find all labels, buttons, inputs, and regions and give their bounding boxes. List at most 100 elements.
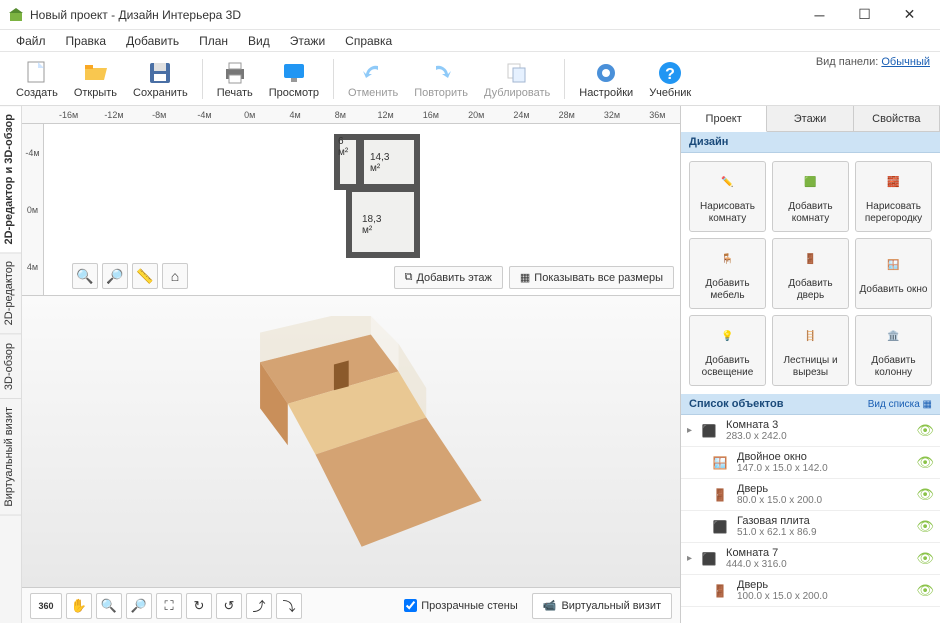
column-icon: 🏛️ (879, 322, 909, 352)
visibility-toggle[interactable]: 👁 (916, 454, 934, 471)
right-panel: Проект Этажи Свойства Дизайн ✏️Нарисоват… (680, 106, 940, 623)
tilt-down-button[interactable]: ⤵ (276, 593, 302, 619)
stairs-button[interactable]: 🪜Лестницы и вырезы (772, 315, 849, 386)
add-door-button[interactable]: 🚪Добавить дверь (772, 238, 849, 309)
object-item[interactable]: ▸⬛ Комната 7 444.0 x 316.0 👁 (681, 543, 940, 575)
object-list[interactable]: ▸⬛ Комната 3 283.0 x 242.0 👁🪟 Двойное ок… (681, 415, 940, 623)
add-room-button[interactable]: 🟩Добавить комнату (772, 161, 849, 232)
visibility-toggle[interactable]: 👁 (916, 486, 934, 503)
camera-icon: 📹 (543, 599, 557, 612)
fit-button[interactable]: ⛶ (156, 593, 182, 619)
menu-file[interactable]: Файл (8, 32, 54, 50)
redo-icon (427, 59, 455, 87)
sidetab-2d[interactable]: 2D-редактор (0, 253, 21, 334)
room-area-3: 18,3 м² (362, 214, 381, 236)
object-dimensions: 100.0 x 15.0 x 200.0 (737, 591, 910, 602)
rotate-360-button[interactable]: 360 (30, 593, 62, 619)
create-button[interactable]: Создать (8, 57, 66, 101)
measure-button[interactable]: 📏 (132, 263, 158, 289)
virtual-visit-button[interactable]: 📹Виртуальный визит (532, 593, 672, 619)
help-button[interactable]: ? Учебник (641, 57, 699, 101)
panel-mode-link[interactable]: Обычный (881, 56, 930, 68)
menu-floors[interactable]: Этажи (282, 32, 333, 50)
object-item[interactable]: ⬛ Газовая плита 51.0 x 62.1 x 86.9 👁 (681, 511, 940, 543)
sidetab-combined[interactable]: 2D-редактор и 3D-обзор (0, 106, 21, 253)
sidetab-virtual[interactable]: Виртуальный визит (0, 399, 21, 516)
list-view-link[interactable]: Вид списка ▦ (868, 399, 932, 410)
view-2d[interactable]: -4м0м4м 6 м² 14,3 м² 18,3 м² 🔍 🔎 📏 ⌂ (22, 124, 680, 296)
floorplan-canvas[interactable]: 6 м² 14,3 м² 18,3 м² 🔍 🔎 📏 ⌂ ⧉Добавить э… (44, 124, 680, 295)
design-header: Дизайн (681, 132, 940, 153)
window-icon: 🪟 (709, 452, 731, 474)
object-name: Комната 7 (726, 547, 910, 559)
chevron-right-icon: ▸ (687, 553, 692, 564)
add-window-button[interactable]: 🪟Добавить окно (855, 238, 932, 309)
menubar: Файл Правка Добавить План Вид Этажи Спра… (0, 30, 940, 52)
tab-floors[interactable]: Этажи (767, 106, 853, 131)
view3d-toolbar: 360 ✋ 🔍 🔎 ⛶ ↻ ↺ ⤴ ⤵ Прозрачные стены 📹Ви… (22, 587, 680, 623)
iso-render (192, 316, 522, 556)
maximize-button[interactable]: ☐ (842, 1, 887, 29)
add-light-button[interactable]: 💡Добавить освещение (689, 315, 766, 386)
visibility-toggle[interactable]: 👁 (916, 582, 934, 599)
panel-mode: Вид панели: Обычный (816, 56, 930, 68)
titlebar: Новый проект - Дизайн Интерьера 3D ─ ☐ ✕ (0, 0, 940, 30)
minimize-button[interactable]: ─ (797, 1, 842, 29)
object-item[interactable]: 🪟 Двойное окно 147.0 x 15.0 x 142.0 👁 (681, 447, 940, 479)
print-button[interactable]: Печать (209, 57, 261, 101)
redo-button[interactable]: Повторить (406, 57, 476, 101)
draw-partition-button[interactable]: 🧱Нарисовать перегородку (855, 161, 932, 232)
object-item[interactable]: 🚪 Дверь 80.0 x 15.0 x 200.0 👁 (681, 479, 940, 511)
tab-project[interactable]: Проект (681, 106, 767, 132)
object-dimensions: 147.0 x 15.0 x 142.0 (737, 463, 910, 474)
home-button[interactable]: ⌂ (162, 263, 188, 289)
show-dims-button[interactable]: ▦Показывать все размеры (509, 266, 674, 289)
zoom-in-3d-button[interactable]: 🔎 (126, 593, 152, 619)
rotate-ccw-button[interactable]: ↺ (216, 593, 242, 619)
transparent-walls-checkbox[interactable]: Прозрачные стены (404, 599, 517, 612)
zoom-out-3d-button[interactable]: 🔍 (96, 593, 122, 619)
door-icon: 🚪 (709, 580, 731, 602)
duplicate-button[interactable]: Дублировать (476, 57, 558, 101)
rotate-cw-button[interactable]: ↻ (186, 593, 212, 619)
dimensions-icon: ▦ (520, 271, 530, 284)
save-button[interactable]: Сохранить (125, 57, 196, 101)
menu-plan[interactable]: План (191, 32, 236, 50)
door-icon: 🚪 (796, 245, 826, 275)
zoom-out-button[interactable]: 🔍 (72, 263, 98, 289)
visibility-toggle[interactable]: 👁 (916, 422, 934, 439)
pencil-icon: ✏️ (713, 168, 743, 198)
draw-room-button[interactable]: ✏️Нарисовать комнату (689, 161, 766, 232)
right-tabs: Проект Этажи Свойства (681, 106, 940, 132)
object-item[interactable]: 🚪 Дверь 100.0 x 15.0 x 200.0 👁 (681, 575, 940, 607)
folder-open-icon (81, 59, 109, 87)
design-tools: ✏️Нарисовать комнату 🟩Добавить комнату 🧱… (681, 153, 940, 394)
room-icon: ⬛ (698, 548, 720, 570)
menu-view[interactable]: Вид (240, 32, 278, 50)
tilt-up-button[interactable]: ⤴ (246, 593, 272, 619)
settings-button[interactable]: Настройки (571, 57, 641, 101)
view-3d[interactable] (22, 296, 680, 587)
menu-help[interactable]: Справка (337, 32, 400, 50)
open-button[interactable]: Открыть (66, 57, 125, 101)
zoom-in-button[interactable]: 🔎 (102, 263, 128, 289)
undo-button[interactable]: Отменить (340, 57, 406, 101)
close-button[interactable]: ✕ (887, 1, 932, 29)
visibility-toggle[interactable]: 👁 (916, 550, 934, 567)
preview-button[interactable]: Просмотр (261, 57, 327, 101)
visibility-toggle[interactable]: 👁 (916, 518, 934, 535)
menu-edit[interactable]: Правка (58, 32, 115, 50)
sidetab-3d[interactable]: 3D-обзор (0, 335, 21, 399)
add-furniture-button[interactable]: 🪑Добавить мебель (689, 238, 766, 309)
object-item[interactable]: ▸⬛ Комната 3 283.0 x 242.0 👁 (681, 415, 940, 447)
pan-button[interactable]: ✋ (66, 593, 92, 619)
chair-icon: 🪑 (713, 245, 743, 275)
tab-properties[interactable]: Свойства (854, 106, 940, 131)
new-file-icon (23, 59, 51, 87)
object-name: Комната 3 (726, 419, 910, 431)
room-icon: ⬛ (698, 420, 720, 442)
bulb-icon: 💡 (713, 322, 743, 352)
add-column-button[interactable]: 🏛️Добавить колонну (855, 315, 932, 386)
add-floor-button[interactable]: ⧉Добавить этаж (394, 266, 503, 289)
menu-add[interactable]: Добавить (118, 32, 187, 50)
